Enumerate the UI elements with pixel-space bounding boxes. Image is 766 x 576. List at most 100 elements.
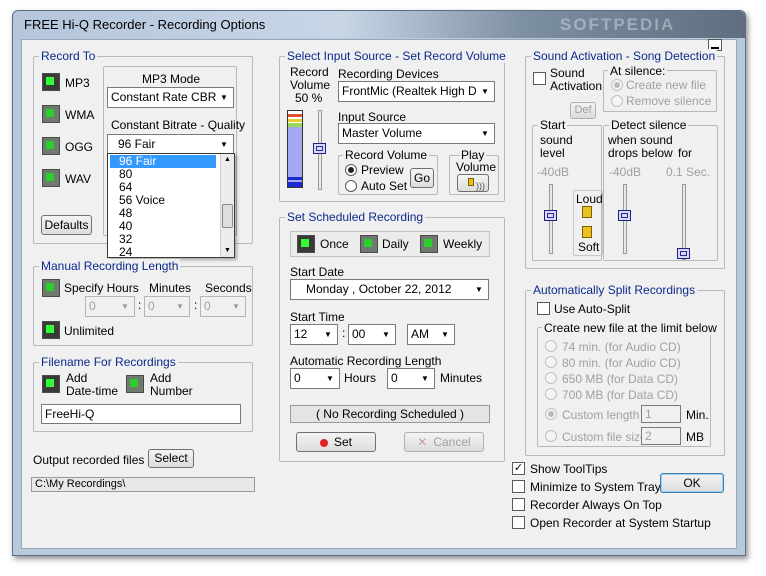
split-80min-radio[interactable]: [545, 356, 557, 368]
custom-size-unit: MB: [686, 430, 704, 444]
unlimited-toggle[interactable]: [42, 321, 60, 339]
auto-split-title: Automatically Split Recordings: [531, 283, 698, 297]
auto-set-radio[interactable]: [345, 180, 357, 192]
remove-silence-label: Remove silence: [626, 94, 712, 108]
seconds-label: Seconds: [205, 281, 252, 295]
start-date-picker[interactable]: Monday , October 22, 2012 ▼: [290, 279, 489, 300]
detect-level-slider[interactable]: [618, 210, 631, 221]
cancel-button[interactable]: ✕ Cancel: [404, 432, 484, 452]
manual-minutes-select[interactable]: 0 ▼: [144, 296, 190, 317]
always-on-top-checkbox[interactable]: [512, 498, 525, 511]
add-number-toggle[interactable]: [126, 375, 144, 393]
show-tooltips-label: Show ToolTips: [530, 462, 608, 476]
wma-toggle[interactable]: [42, 105, 60, 123]
weekly-toggle[interactable]: [420, 235, 438, 253]
add-datetime-label-1: Add: [66, 371, 88, 385]
auto-minutes-label: Minutes: [440, 371, 483, 385]
scroll-thumb[interactable]: [222, 204, 233, 228]
defaults-button[interactable]: Defaults: [41, 215, 92, 235]
use-auto-split-checkbox[interactable]: [537, 302, 550, 315]
bitrate-option[interactable]: 24: [110, 246, 216, 259]
bitrate-label: Constant Bitrate - Quality: [111, 118, 246, 132]
def-button[interactable]: Def: [570, 102, 596, 119]
select-folder-button[interactable]: Select: [148, 449, 194, 468]
start-minute-select[interactable]: 00 ▼: [348, 324, 396, 345]
unlimited-label: Unlimited: [64, 324, 115, 338]
manual-length-title: Manual Recording Length: [39, 259, 181, 273]
bitrate-dropdown-list[interactable]: 96 Fair 80 64 56 Voice 48 40 32 24 ▲ ▼: [107, 153, 235, 259]
sound-activation-checkbox[interactable]: [533, 72, 546, 85]
time-colon: :: [342, 326, 346, 340]
custom-length-unit: Min.: [686, 408, 709, 422]
recording-devices-label: Recording Devices: [338, 67, 439, 81]
split-700mb-radio[interactable]: [545, 388, 557, 400]
start-hour-select[interactable]: 12 ▼: [290, 324, 338, 345]
colon-separator: :: [138, 298, 142, 312]
open-startup-label: Open Recorder at System Startup: [530, 516, 711, 530]
add-datetime-label-2: Date-time: [66, 384, 119, 398]
filename-input[interactable]: FreeHi-Q: [41, 404, 241, 424]
open-startup-checkbox[interactable]: [512, 516, 525, 529]
custom-length-input[interactable]: 1: [641, 405, 681, 423]
wav-toggle[interactable]: [42, 169, 60, 187]
mp3-toggle[interactable]: [42, 73, 60, 91]
once-label: Once: [320, 237, 349, 251]
window-title: FREE Hi-Q Recorder - Recording Options: [24, 17, 266, 32]
chevron-down-icon: ▼: [378, 326, 394, 343]
create-new-file-radio[interactable]: [611, 79, 623, 91]
loud-label: Loud: [576, 192, 603, 206]
auto-set-label: Auto Set: [361, 179, 408, 193]
input-source-select[interactable]: Master Volume ▼: [338, 123, 495, 144]
chevron-down-icon: ▼: [471, 281, 487, 298]
ok-button[interactable]: OK: [660, 473, 724, 493]
mp3-label: MP3: [65, 76, 90, 90]
chevron-up-icon[interactable]: ▲: [221, 154, 234, 166]
go-button[interactable]: Go: [410, 168, 434, 188]
set-button[interactable]: Set: [296, 432, 376, 452]
minutes-label: Minutes: [149, 281, 192, 295]
daily-toggle[interactable]: [360, 235, 378, 253]
specify-hours-toggle[interactable]: [42, 279, 60, 297]
manual-hours-select[interactable]: 0 ▼: [85, 296, 135, 317]
record-volume-box-title: Record Volume: [343, 148, 430, 162]
specify-hours-label: Specify Hours: [64, 281, 139, 295]
auto-hours-select[interactable]: 0 ▼: [290, 368, 340, 389]
show-tooltips-checkbox[interactable]: ✓: [512, 462, 525, 475]
chevron-down-icon: ▼: [322, 370, 338, 387]
silence-duration-slider[interactable]: [677, 248, 690, 259]
record-volume-slider[interactable]: [313, 143, 326, 154]
start-db-value: -40dB: [537, 165, 570, 179]
add-number-label-2: Number: [150, 384, 193, 398]
custom-size-radio[interactable]: [545, 430, 557, 442]
chevron-down-icon[interactable]: ▼: [221, 245, 234, 257]
start-time-label: Start Time: [290, 310, 345, 324]
start-level-label-1: Start: [538, 118, 568, 132]
colon-separator: :: [194, 298, 198, 312]
split-74min-radio[interactable]: [545, 340, 557, 352]
custom-length-radio[interactable]: [545, 408, 557, 420]
recording-device-select[interactable]: FrontMic (Realtek High Defir ▼: [338, 81, 495, 102]
preview-label: Preview: [361, 163, 404, 177]
am-pm-select[interactable]: AM ▼: [407, 324, 455, 345]
start-level-slider[interactable]: [544, 210, 557, 221]
title-bar[interactable]: FREE Hi-Q Recorder - Recording Options S…: [13, 11, 745, 38]
add-datetime-toggle[interactable]: [42, 375, 60, 393]
ogg-toggle[interactable]: [42, 137, 60, 155]
at-silence-label: At silence:: [608, 64, 668, 78]
loud-speaker-icon: [582, 206, 592, 218]
list-scrollbar[interactable]: ▲ ▼: [220, 154, 234, 257]
soft-label: Soft: [578, 240, 600, 254]
manual-seconds-select[interactable]: 0 ▼: [200, 296, 246, 317]
minimize-tray-checkbox[interactable]: [512, 480, 525, 493]
bitrate-select[interactable]: 96 Fair ▼: [107, 134, 234, 155]
split-650mb-label: 650 MB (for Data CD): [562, 372, 679, 386]
auto-minutes-select[interactable]: 0 ▼: [387, 368, 435, 389]
mp3-mode-select[interactable]: Constant Rate CBR ▼: [107, 87, 234, 108]
preview-radio[interactable]: [345, 164, 357, 176]
once-toggle[interactable]: [297, 235, 315, 253]
remove-silence-radio[interactable]: [611, 95, 623, 107]
split-650mb-radio[interactable]: [545, 372, 557, 384]
play-volume-button[interactable]: ))): [457, 174, 489, 192]
scheduled-title: Set Scheduled Recording: [285, 210, 426, 224]
custom-size-input[interactable]: 2: [641, 427, 681, 445]
